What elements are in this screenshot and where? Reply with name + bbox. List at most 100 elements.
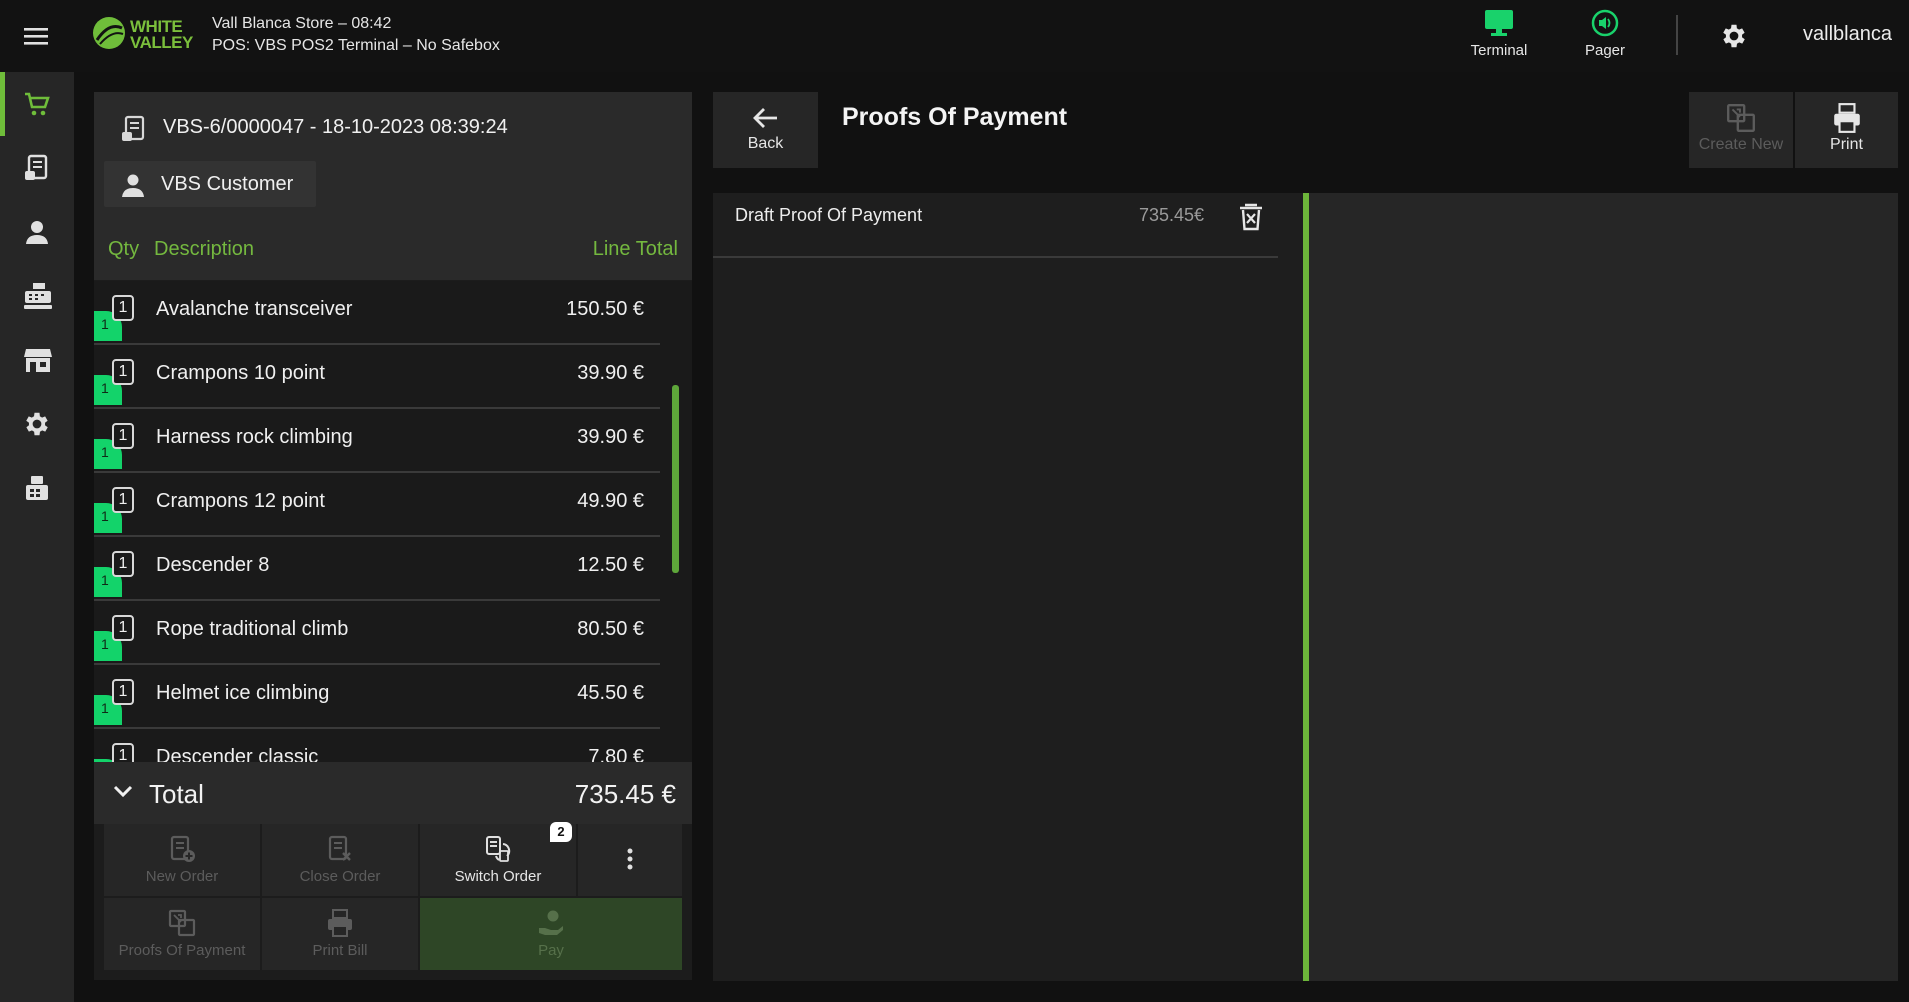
- logo-text-valley: VALLEY: [130, 33, 193, 52]
- print-button[interactable]: Print: [1795, 92, 1898, 168]
- proof-amount: 735.45€: [1139, 205, 1205, 225]
- total-label: Total: [149, 779, 204, 809]
- order-line[interactable]: 1 1 Avalanche transceiver 150.50 €: [94, 281, 660, 345]
- back-button[interactable]: Back: [713, 92, 818, 168]
- line-description: Harness rock climbing: [156, 426, 353, 448]
- print-bill-label: Print Bill: [312, 942, 368, 959]
- proofs-of-payment-label: Proofs Of Payment: [118, 942, 246, 959]
- line-description: Crampons 10 point: [156, 362, 325, 384]
- close-order-icon: [328, 835, 351, 861]
- nav-cash-register[interactable]: [0, 264, 74, 328]
- line-qty[interactable]: 1: [112, 487, 134, 513]
- order-line[interactable]: 1 1 Rope traditional climb 80.50 €: [94, 601, 660, 665]
- terminal-label: Terminal: [1470, 42, 1528, 59]
- create-new-button[interactable]: Create New: [1689, 92, 1793, 168]
- more-vertical-icon: [627, 848, 633, 870]
- proofs-of-payment-icon: [168, 909, 196, 937]
- pager-button[interactable]: Pager: [1568, 6, 1642, 68]
- order-header: VBS-6/0000047 - 18-10-2023 08:39:24 VBS …: [94, 92, 692, 280]
- nav-receipts[interactable]: [0, 136, 74, 200]
- top-divider: [1676, 15, 1678, 55]
- chevron-down-icon[interactable]: [112, 784, 134, 800]
- store-info: Vall Blanca Store – 08:42 POS: VBS POS2 …: [212, 13, 500, 57]
- column-header-line-total: Line Total: [592, 238, 678, 260]
- line-total: 39.90 €: [577, 362, 644, 384]
- switch-order-label: Switch Order: [454, 868, 542, 885]
- line-qty[interactable]: 1: [112, 679, 134, 705]
- line-description: Crampons 12 point: [156, 490, 325, 512]
- column-header-description: Description: [154, 238, 255, 260]
- monitor-icon: [1485, 10, 1513, 36]
- receipt-icon: [25, 154, 48, 180]
- new-order-label: New Order: [145, 868, 219, 885]
- line-qty[interactable]: 1: [112, 551, 134, 577]
- pay-hand-coin-icon: [539, 910, 563, 935]
- new-order-button[interactable]: New Order: [104, 824, 260, 896]
- line-total: 49.90 €: [577, 490, 644, 512]
- terminal-button[interactable]: Terminal: [1456, 6, 1542, 68]
- order-line[interactable]: 1 1 Descender classic 7.80 €: [94, 729, 660, 762]
- line-total: 45.50 €: [577, 682, 644, 704]
- proofs-list: Draft Proof Of Payment 735.45€: [713, 193, 1303, 981]
- nav-settings[interactable]: [0, 392, 74, 456]
- cart-icon: [25, 92, 50, 116]
- total-bar[interactable]: Total 735.45 €: [94, 762, 692, 824]
- line-qty[interactable]: 1: [112, 743, 134, 762]
- store-line: Vall Blanca Store – 08:42: [212, 15, 392, 32]
- order-line[interactable]: 1 1 Harness rock climbing 39.90 €: [94, 409, 660, 473]
- nav-customers[interactable]: [0, 200, 74, 264]
- line-total: 80.50 €: [577, 618, 644, 640]
- pay-label: Pay: [538, 942, 564, 959]
- close-order-button[interactable]: Close Order: [262, 824, 418, 896]
- create-new-icon: [1727, 104, 1755, 132]
- line-total: 7.80 €: [588, 746, 644, 762]
- switch-order-button[interactable]: Switch Order 2: [420, 822, 576, 896]
- print-bill-button[interactable]: Print Bill: [262, 898, 418, 970]
- line-qty[interactable]: 1: [112, 423, 134, 449]
- proof-detail-pane: [1309, 193, 1898, 981]
- more-options-button[interactable]: [578, 824, 682, 896]
- top-bar: WHITE VALLEY Vall Blanca Store – 08:42 PO…: [0, 0, 1909, 72]
- order-line[interactable]: 1 1 Descender 8 12.50 €: [94, 537, 660, 601]
- white-valley-logo: WHITE VALLEY: [92, 16, 196, 56]
- nav-store[interactable]: [0, 328, 74, 392]
- cash-register-icon: [24, 283, 52, 309]
- proof-list-item[interactable]: Draft Proof Of Payment 735.45€: [713, 193, 1278, 258]
- line-qty[interactable]: 1: [112, 295, 134, 321]
- nav-terminal[interactable]: [0, 456, 74, 520]
- order-line[interactable]: 1 1 Crampons 12 point 49.90 €: [94, 473, 660, 537]
- pos-terminal-icon: [26, 476, 48, 500]
- pay-button[interactable]: Pay: [420, 898, 682, 970]
- create-new-label: Create New: [1698, 136, 1784, 153]
- total-value: 735.45 €: [574, 779, 676, 809]
- order-line[interactable]: 1 1 Crampons 10 point 39.90 €: [94, 345, 660, 409]
- terminal-line: POS: VBS POS2 Terminal – No Safebox: [212, 37, 500, 54]
- line-total: 39.90 €: [577, 426, 644, 448]
- printer-icon: [1833, 103, 1860, 133]
- pager-speaker-icon: [1591, 9, 1619, 37]
- username[interactable]: vallblanca: [1803, 23, 1892, 46]
- delete-proof-button[interactable]: [1237, 201, 1265, 233]
- customer-name: VBS Customer: [161, 173, 294, 195]
- print-bill-icon: [328, 909, 352, 937]
- line-description: Rope traditional climb: [156, 618, 349, 640]
- line-qty[interactable]: 1: [112, 359, 134, 385]
- order-line[interactable]: 1 1 Helmet ice climbing 45.50 €: [94, 665, 660, 729]
- person-icon: [122, 174, 144, 197]
- settings-gear-icon[interactable]: [1719, 21, 1749, 51]
- column-header-qty: Qty: [108, 238, 140, 260]
- line-qty[interactable]: 1: [112, 615, 134, 641]
- order-lines-scrollbar[interactable]: [672, 385, 679, 573]
- close-order-label: Close Order: [299, 868, 381, 885]
- line-total: 150.50 €: [566, 298, 644, 320]
- back-label: Back: [747, 135, 784, 152]
- order-lines-list[interactable]: 1 1 Avalanche transceiver 150.50 € 1 1 C…: [94, 281, 692, 762]
- proofs-of-payment-button[interactable]: Proofs Of Payment: [104, 898, 260, 970]
- ticket-icon: [118, 114, 148, 144]
- hamburger-menu-icon[interactable]: [22, 22, 50, 50]
- pager-label: Pager: [1584, 42, 1626, 59]
- customer-button[interactable]: VBS Customer: [104, 161, 316, 207]
- nav-cart[interactable]: [0, 72, 74, 136]
- line-description: Descender classic: [156, 746, 319, 762]
- switch-order-badge: 2: [550, 822, 572, 842]
